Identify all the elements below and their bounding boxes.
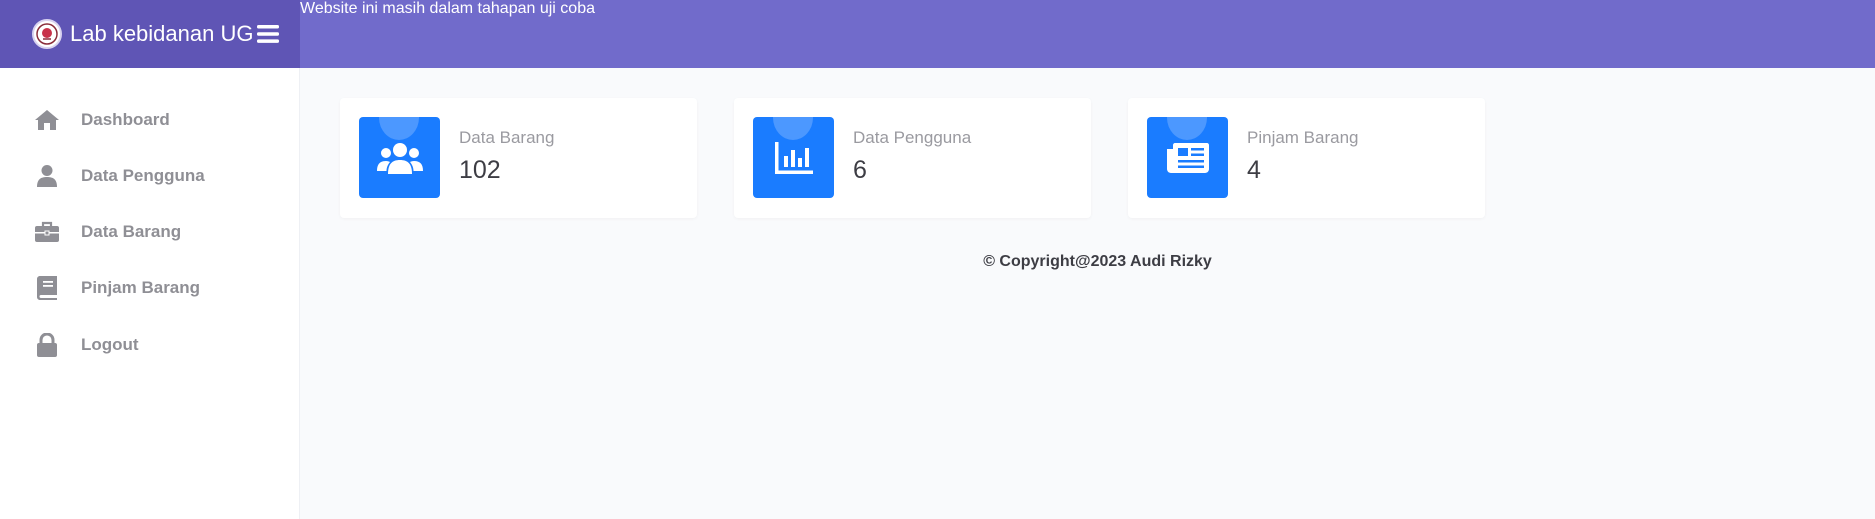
stat-label: Pinjam Barang <box>1247 128 1359 147</box>
stat-label: Data Barang <box>459 128 555 147</box>
lock-icon <box>33 331 61 359</box>
stat-card-data-pengguna[interactable]: Data Pengguna 6 <box>734 98 1091 218</box>
user-icon <box>33 162 61 190</box>
newspaper-icon <box>1147 117 1228 198</box>
sidebar: Dashboard Data Pengguna Data Barang Pinj… <box>0 68 300 519</box>
trial-notice: Website ini masih dalam tahapan uji coba <box>300 0 595 17</box>
sidebar-item-dashboard[interactable]: Dashboard <box>0 98 300 142</box>
users-icon <box>359 117 440 198</box>
logo[interactable] <box>32 19 62 49</box>
sidebar-item-data-barang[interactable]: Data Barang <box>0 210 300 254</box>
sidebar-item-pinjam-barang[interactable]: Pinjam Barang <box>0 266 300 310</box>
menu-toggle-icon[interactable] <box>257 24 280 44</box>
sidebar-item-label: Data Pengguna <box>81 166 205 185</box>
sidebar-item-label: Data Barang <box>81 222 182 241</box>
book-icon <box>33 274 61 302</box>
app-title[interactable]: Lab kebidanan UG <box>70 21 253 47</box>
briefcase-icon <box>33 218 61 246</box>
stat-card-pinjam-barang[interactable]: Pinjam Barang 4 <box>1128 98 1485 218</box>
home-icon <box>33 106 61 134</box>
stat-label: Data Pengguna <box>853 128 972 147</box>
sidebar-item-label: Pinjam Barang <box>81 278 201 297</box>
brand-bar: Lab kebidanan UG <box>0 0 300 68</box>
sidebar-item-label: Logout <box>81 335 139 354</box>
sidebar-item-logout[interactable]: Logout <box>0 323 300 367</box>
stat-value: 6 <box>853 156 867 184</box>
sidebar-item-data-pengguna[interactable]: Data Pengguna <box>0 154 300 198</box>
top-navbar: Website ini masih dalam tahapan uji coba <box>300 0 1875 68</box>
stat-value: 4 <box>1247 156 1261 184</box>
stat-card-data-barang[interactable]: Data Barang 102 <box>340 98 697 218</box>
stat-value: 102 <box>459 156 501 184</box>
sidebar-item-label: Dashboard <box>81 110 170 129</box>
bar-chart-icon <box>753 117 834 198</box>
footer-copyright: © Copyright@2023 Audi Rizky <box>983 253 1212 270</box>
